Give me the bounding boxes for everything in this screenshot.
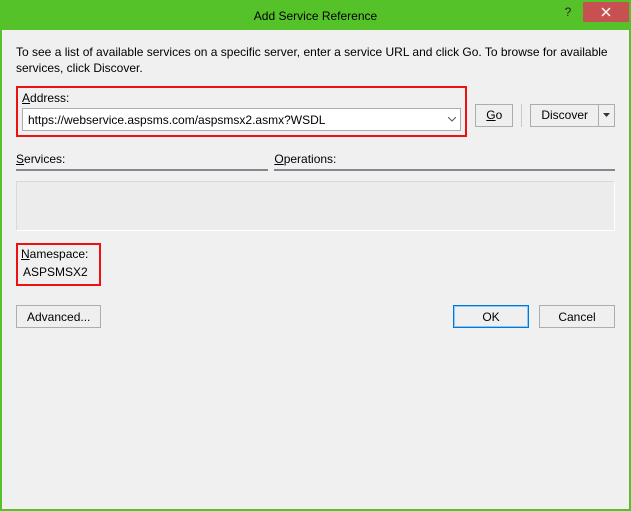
operations-label: Operations: xyxy=(274,152,615,166)
chevron-down-icon[interactable] xyxy=(443,114,460,125)
title-buttons: ? xyxy=(553,2,629,24)
discover-dropdown-button[interactable] xyxy=(599,104,615,127)
address-highlight: Address: xyxy=(16,86,467,137)
title-bar: Add Service Reference ? xyxy=(2,2,629,30)
footer-row: Advanced... OK Cancel xyxy=(16,305,615,328)
address-combobox[interactable] xyxy=(22,108,461,131)
close-button[interactable] xyxy=(583,2,629,22)
address-row: Address: Go Discover xyxy=(16,86,615,144)
separator xyxy=(521,104,522,127)
dialog-window: Add Service Reference ? To see a list of… xyxy=(0,0,631,511)
window-title: Add Service Reference xyxy=(2,9,629,23)
cancel-button[interactable]: Cancel xyxy=(539,305,615,328)
discover-button[interactable]: Discover xyxy=(530,104,599,127)
ok-button[interactable]: OK xyxy=(453,305,529,328)
chevron-down-icon xyxy=(603,113,610,117)
description-text: To see a list of available services on a… xyxy=(16,44,615,76)
services-label: Services: xyxy=(16,152,268,166)
services-column: Services: xyxy=(16,152,268,171)
namespace-label: Namespace: xyxy=(21,247,96,261)
namespace-highlight: Namespace: xyxy=(16,243,101,286)
go-button[interactable]: Go xyxy=(475,104,513,127)
dialog-body: To see a list of available services on a… xyxy=(2,30,629,338)
namespace-input-inner[interactable] xyxy=(21,263,96,281)
address-input[interactable] xyxy=(23,109,443,130)
namespace-input[interactable] xyxy=(16,261,615,283)
services-listbox[interactable] xyxy=(16,169,268,171)
advanced-button[interactable]: Advanced... xyxy=(16,305,101,328)
panes-row: Services: Operations: xyxy=(16,152,615,171)
operations-column: Operations: xyxy=(274,152,615,171)
address-label: Address: xyxy=(22,91,461,105)
operations-listbox[interactable] xyxy=(274,169,615,171)
discover-split-button: Discover xyxy=(530,104,615,127)
status-area xyxy=(16,181,615,231)
close-icon xyxy=(601,7,611,17)
namespace-row: Namespace: xyxy=(16,243,615,289)
help-button[interactable]: ? xyxy=(553,2,583,22)
